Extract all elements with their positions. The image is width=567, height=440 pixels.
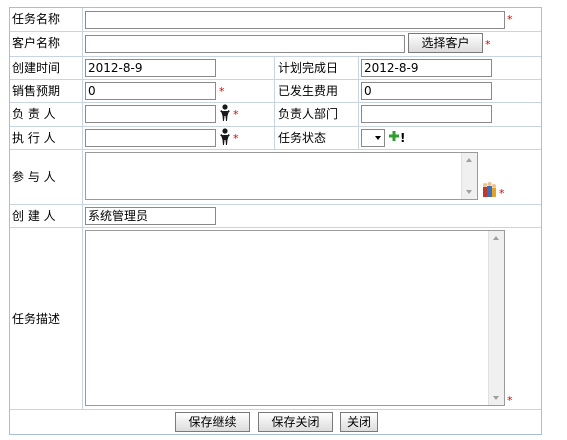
- task-name-label: 任务名称: [12, 12, 61, 26]
- row-divider: [10, 204, 541, 205]
- required-mark: *: [507, 13, 513, 26]
- row-divider: [10, 79, 541, 80]
- task-status-select[interactable]: [361, 129, 385, 147]
- description-textarea[interactable]: [85, 230, 505, 406]
- sales-forecast-label: 销售预期: [12, 84, 61, 98]
- close-button[interactable]: 关闭: [340, 412, 378, 432]
- description-label: 任务描述: [12, 312, 61, 326]
- scrollbar[interactable]: [488, 231, 504, 405]
- scroll-up-icon[interactable]: [466, 158, 472, 162]
- owner-dept-label: 负责人部门: [278, 107, 339, 121]
- column-divider: [82, 8, 83, 409]
- scroll-down-icon[interactable]: [493, 396, 499, 400]
- scrollbar[interactable]: [461, 153, 477, 199]
- chevron-down-icon: [375, 136, 381, 140]
- column-divider: [274, 56, 275, 150]
- creator-label: 创 建 人: [12, 209, 56, 223]
- executor-input[interactable]: [85, 129, 216, 147]
- owner-dept-input[interactable]: [361, 105, 492, 123]
- planned-finish-label: 计划完成日: [278, 61, 339, 75]
- scroll-up-icon[interactable]: [493, 236, 499, 240]
- row-divider: [10, 31, 541, 32]
- task-name-input[interactable]: [85, 11, 505, 29]
- select-customer-button[interactable]: 选择客户: [408, 33, 483, 53]
- required-mark: *: [507, 394, 513, 407]
- creator-input: 系统管理员: [85, 207, 216, 225]
- customer-name-label: 客户名称: [12, 36, 61, 50]
- save-continue-button[interactable]: 保存继续: [175, 412, 250, 432]
- required-mark: *: [219, 85, 225, 98]
- person-picker-icon[interactable]: [219, 104, 232, 122]
- owner-input[interactable]: [85, 105, 216, 123]
- alert-icon: !: [400, 131, 406, 145]
- row-divider: [10, 126, 541, 127]
- required-mark: *: [499, 187, 505, 200]
- row-divider: [10, 56, 541, 57]
- expense-label: 已发生费用: [278, 84, 339, 98]
- executor-label: 执 行 人: [12, 131, 56, 145]
- save-close-button[interactable]: 保存关闭: [258, 412, 333, 432]
- owner-label: 负 责 人: [12, 107, 56, 121]
- required-mark: *: [233, 132, 239, 145]
- create-time-label: 创建时间: [12, 61, 61, 75]
- row-divider: [10, 149, 541, 150]
- row-divider: [10, 102, 541, 103]
- customer-name-input[interactable]: [85, 35, 405, 53]
- participants-textarea[interactable]: [85, 152, 478, 200]
- add-icon[interactable]: [389, 130, 399, 141]
- expense-input[interactable]: 0: [361, 82, 492, 100]
- planned-finish-input[interactable]: 2012-8-9: [361, 59, 492, 77]
- task-form: 任务名称 * 客户名称 选择客户 * 创建时间 2012-8-9 计划完成日 2…: [9, 7, 542, 435]
- people-picker-icon[interactable]: [482, 182, 497, 198]
- person-picker-icon[interactable]: [219, 128, 232, 146]
- participants-label: 参 与 人: [12, 170, 56, 184]
- task-status-label: 任务状态: [278, 131, 327, 145]
- required-mark: *: [485, 38, 491, 51]
- row-divider: [10, 409, 541, 410]
- column-divider: [358, 56, 359, 150]
- scroll-down-icon[interactable]: [466, 190, 472, 194]
- sales-forecast-input[interactable]: 0: [85, 82, 216, 100]
- required-mark: *: [233, 108, 239, 121]
- create-time-input[interactable]: 2012-8-9: [85, 59, 216, 77]
- row-divider: [10, 227, 541, 228]
